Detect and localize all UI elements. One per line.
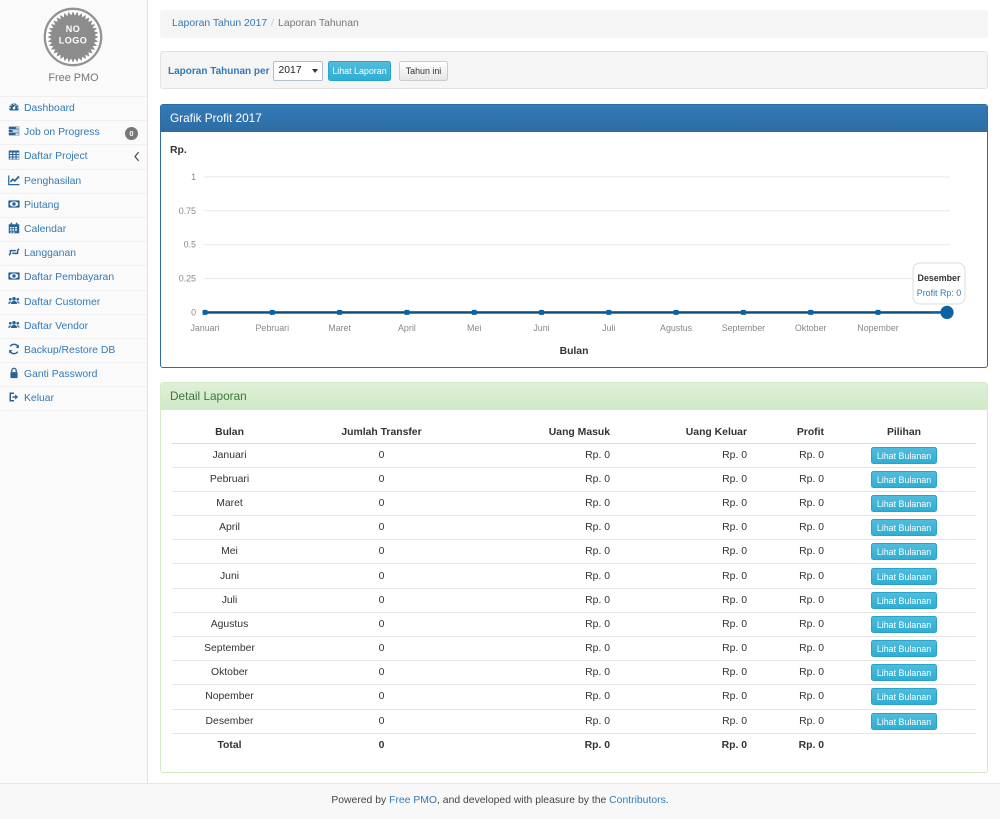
svg-text:Mei: Mei — [467, 323, 481, 333]
svg-text:Juni: Juni — [533, 323, 549, 333]
svg-text:Bulan: Bulan — [560, 346, 589, 357]
svg-text:0: 0 — [191, 307, 196, 317]
svg-text:Agustus: Agustus — [660, 323, 693, 333]
svg-text:Nopember: Nopember — [857, 323, 898, 333]
svg-text:April: April — [398, 323, 416, 333]
svg-text:Januari: Januari — [190, 323, 219, 333]
svg-text:Juli: Juli — [602, 323, 615, 333]
svg-text:0.75: 0.75 — [179, 205, 196, 215]
svg-text:Oktober: Oktober — [795, 323, 827, 333]
svg-text:Desember: Desember — [918, 273, 961, 283]
svg-text:LOGO: LOGO — [59, 36, 88, 46]
svg-text:1: 1 — [191, 171, 196, 181]
svg-text:Maret: Maret — [328, 323, 351, 333]
svg-text:Rp.: Rp. — [170, 145, 187, 156]
svg-text:0.5: 0.5 — [184, 239, 196, 249]
svg-text:0.25: 0.25 — [179, 273, 196, 283]
svg-text:NO: NO — [66, 24, 81, 34]
svg-text:September: September — [722, 323, 765, 333]
svg-text:Profit Rp: 0: Profit Rp: 0 — [917, 288, 961, 298]
svg-text:Pebruari: Pebruari — [256, 323, 290, 333]
